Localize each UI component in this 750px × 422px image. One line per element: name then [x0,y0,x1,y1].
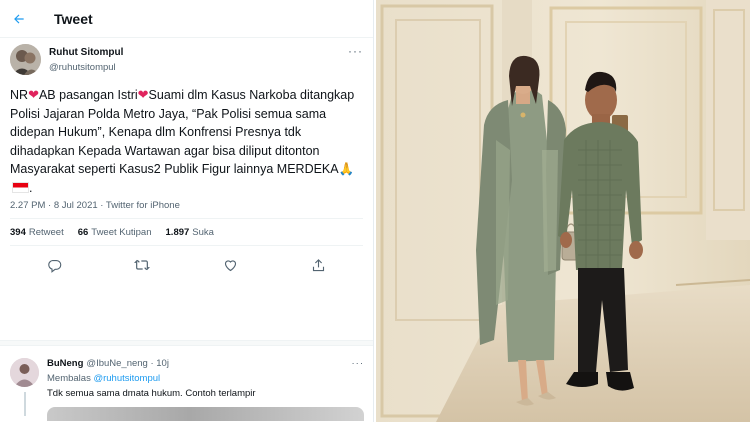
reply-avatar[interactable] [10,358,39,387]
tweet-text-end: . [29,180,33,195]
replying-to: Membalas @ruhutsitompul [47,373,364,386]
replying-prefix: Membalas [47,372,91,384]
like-count: 1.897 [165,226,190,238]
attached-photo[interactable] [376,0,750,422]
author-names: Ruhut Sitompul @ruhutsitompul [49,44,348,74]
author-handle[interactable]: @ruhutsitompul [49,61,348,74]
reply-text: Tdk semua sama dmata hukum. Contoh terla… [47,388,256,399]
page-title: Tweet [54,10,93,27]
like-stat[interactable]: 1.897 Suka [166,227,214,238]
flag-icon [12,181,29,193]
quote-label: Tweet Kutipan [91,226,152,238]
author-avatar[interactable] [10,44,41,75]
author-name[interactable]: Ruhut Sitompul [49,46,348,59]
reply-author-name[interactable]: BuNeng [47,358,83,371]
retweet-count: 394 [10,226,26,238]
reply-tweet[interactable]: BuNeng @IbuNe_neng · 10j ··· Membalas @r… [0,346,373,422]
quote-stat[interactable]: 66 Tweet Kutipan [78,227,152,238]
quote-count: 66 [77,226,89,238]
reply-media-preview[interactable] [47,406,364,421]
pray-emoji: 🙏 [338,162,355,176]
reply-body: BuNeng @IbuNe_neng · 10j ··· Membalas @r… [47,358,364,421]
heart-icon: ❤ [137,87,149,102]
share-icon[interactable] [309,255,329,275]
tweet-text-part-1: NR [10,88,29,102]
like-label: Suka [192,226,214,238]
like-icon[interactable] [221,255,241,275]
back-arrow-icon[interactable] [10,10,28,28]
reply-author-handle[interactable]: @IbuNe_neng · 10j [86,358,169,371]
retweet-icon[interactable] [132,255,152,275]
tweet-actions [0,246,373,284]
reply-icon[interactable] [44,255,64,275]
tweet-panel: Tweet Ruhut Sitompul @ruhutsitompul ··· … [0,0,374,422]
top-bar: Tweet [0,0,373,38]
more-icon[interactable]: ··· [352,358,365,371]
reply-header: BuNeng @IbuNe_neng · 10j ··· [47,358,364,371]
tweet-author: Ruhut Sitompul @ruhutsitompul ··· [0,38,373,78]
tweet-text-part-2: AB pasangan Istri [38,88,138,102]
tweet-timestamp[interactable]: 2.27 PM · 8 Jul 2021 · Twitter for iPhon… [0,194,373,218]
replying-to-link[interactable]: @ruhutsitompul [93,373,160,384]
tweet-stats: 394 Retweet 66 Tweet Kutipan 1.897 Suka [0,219,373,245]
thread-line [24,392,26,416]
couple-photo-illustration [376,0,750,422]
retweet-stat[interactable]: 394 Retweet [10,227,64,238]
heart-icon: ❤ [28,87,39,102]
reply-row: BuNeng @IbuNe_neng · 10j ··· Membalas @r… [10,358,364,421]
retweet-label: Retweet [28,226,64,238]
more-icon[interactable]: ··· [348,44,363,58]
tweet-text: NR❤AB pasangan Istri❤Suami dlm Kasus Nar… [0,78,373,195]
